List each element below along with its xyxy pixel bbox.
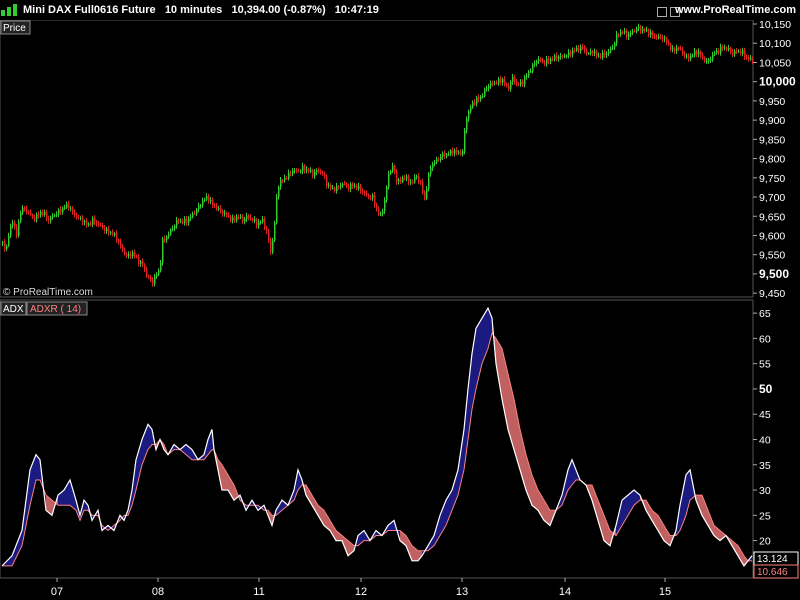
- price-tick-label: 9,800: [759, 154, 785, 166]
- time-tick-label: 13: [456, 586, 468, 598]
- price-tick-label: 9,750: [759, 173, 785, 185]
- price-candle: [428, 171, 430, 192]
- price-candle: [18, 219, 20, 238]
- price-candle: [162, 236, 164, 266]
- price-tick-label: 9,850: [759, 134, 785, 146]
- clock-time: 10:47:19: [334, 4, 379, 16]
- price-tick-label: 9,550: [759, 250, 785, 262]
- price-candle: [274, 220, 276, 243]
- price-tick-label: 9,700: [759, 192, 785, 204]
- time-tick-label: 08: [152, 586, 164, 598]
- time-tick-label: 07: [51, 586, 63, 598]
- adx-tick-label: 25: [759, 510, 771, 522]
- last-price: 10,394.00 (-0.87%): [231, 4, 326, 16]
- price-tick-label: 9,650: [759, 211, 785, 223]
- price-tick-label: 10,100: [759, 38, 791, 50]
- price-tick-label: 10,000: [759, 75, 796, 89]
- price-axis: 9,450 9,500 9,550 9,600 9,650 9,700 9,750 9,800…: [753, 20, 796, 300]
- time-tick-label: 15: [659, 586, 671, 598]
- adxr-current-value: 10.646: [757, 567, 788, 578]
- price-tick-label: 9,950: [759, 96, 785, 108]
- adx-tick-label: 60: [759, 333, 771, 345]
- price-tick-label: 9,450: [759, 288, 785, 300]
- site-url[interactable]: www.ProRealTime.com: [675, 0, 796, 20]
- timeframe-label: 10 minutes: [164, 4, 223, 16]
- adxr-panel-label: ADXR ( 14): [30, 304, 81, 315]
- adx-tick-label: 35: [759, 460, 771, 472]
- chart-canvas[interactable]: 9,450 9,500 9,550 9,600 9,650 9,700 9,750 9,800…: [0, 20, 800, 600]
- price-tick-label: 9,600: [759, 230, 785, 242]
- price-panel[interactable]: 9,450 9,500 9,550 9,600 9,650 9,700 9,750 9,800…: [0, 20, 796, 300]
- title-bar: Mini DAX Full0616 Future 10 minutes 10,3…: [0, 0, 800, 20]
- instrument-header: Mini DAX Full0616 Future 10 minutes 10,3…: [23, 0, 379, 20]
- adx-tick-label: 65: [759, 308, 771, 320]
- time-tick-label: 14: [559, 586, 571, 598]
- price-tick-label: 9,500: [759, 267, 789, 281]
- price-candle: [464, 128, 466, 155]
- restore-icon[interactable]: [657, 7, 667, 17]
- price-tick-label: 9,900: [759, 115, 785, 127]
- adx-tick-label: 50: [759, 382, 773, 396]
- instrument-name: Mini DAX Full0616 Future: [23, 4, 156, 16]
- time-tick-label: 11: [253, 586, 264, 598]
- adx-current-value: 13.124: [757, 554, 788, 565]
- adx-tick-label: 20: [759, 536, 771, 548]
- adx-tick-label: 40: [759, 435, 771, 447]
- watermark: © ProRealTime.com: [3, 287, 93, 298]
- adx-axis: 20 25 30 35 40 45 50 55 60 65: [753, 308, 773, 548]
- time-axis: 07 08 11 12 13 14 15: [0, 577, 753, 598]
- adx-tick-label: 55: [759, 359, 771, 371]
- adx-tick-label: 45: [759, 409, 771, 421]
- adx-tick-label: 30: [759, 485, 771, 497]
- price-panel-label: Price: [3, 23, 26, 34]
- prorealtime-logo-icon: [1, 4, 17, 16]
- time-tick-label: 12: [355, 586, 367, 598]
- price-candle: [276, 193, 278, 225]
- adx-panel[interactable]: 20 25 30 35 40 45 50 55 60 65 ADX ADXR ( 14) 13.1…: [0, 299, 799, 579]
- price-tick-label: 10,050: [759, 57, 791, 69]
- adx-panel-label: ADX: [3, 304, 24, 315]
- price-tick-label: 10,150: [759, 20, 791, 31]
